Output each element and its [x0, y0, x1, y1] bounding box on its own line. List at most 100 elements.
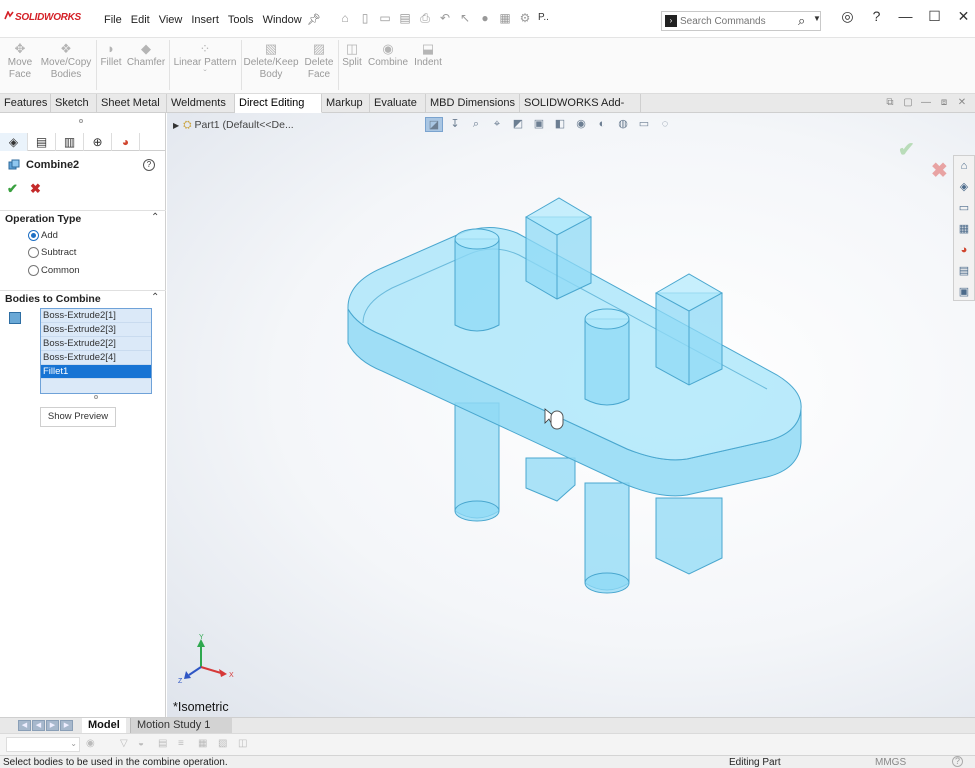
tab-sheet-metal[interactable]: Sheet Metal — [97, 94, 167, 113]
delete-keep-body-button[interactable]: ▧ Delete/Keep Body — [243, 42, 299, 81]
list-item[interactable]: Boss-Extrude2[2] — [41, 337, 151, 351]
status-help-icon[interactable]: ? — [952, 756, 963, 767]
panel-grip-icon[interactable] — [79, 119, 83, 123]
linear-pattern-button[interactable]: ⁘ Linear Pattern ˇ — [172, 42, 238, 81]
line-style-icon[interactable]: ▤ — [158, 738, 167, 749]
solidworks-resources-icon[interactable]: ⌂ — [954, 156, 974, 177]
fillet-button[interactable]: ◗ Fillet — [98, 42, 124, 69]
search-commands-box[interactable]: › ⌕ ▼ — [661, 11, 821, 31]
list-item-selected[interactable]: Fillet1 — [41, 365, 151, 379]
configuration-manager-tab-icon[interactable]: ▥ — [56, 133, 84, 151]
home-icon[interactable]: ⌂ — [338, 11, 352, 25]
bodies-selection-list[interactable]: Boss-Extrude2[1] Boss-Extrude2[3] Boss-E… — [40, 308, 152, 394]
new-document-icon[interactable]: ▯ — [358, 11, 372, 25]
list-item[interactable]: Boss-Extrude2[3] — [41, 323, 151, 337]
move-copy-bodies-button[interactable]: ❖ Move/Copy Bodies — [38, 42, 94, 81]
display-manager-tab-icon[interactable]: ◕ — [112, 133, 140, 151]
menu-window[interactable]: Window — [263, 14, 302, 26]
search-input[interactable] — [680, 14, 795, 28]
qat-truncated[interactable]: P.. — [538, 11, 549, 25]
tab-mbd-dimensions[interactable]: MBD Dimensions — [426, 94, 520, 113]
save-icon[interactable]: ▤ — [398, 11, 412, 25]
doc-restore-icon[interactable]: ⧈ — [938, 97, 950, 108]
tab-sketch[interactable]: Sketch — [51, 94, 97, 113]
list-resize-grip-icon[interactable] — [94, 395, 98, 399]
tab-model[interactable]: Model — [82, 718, 126, 733]
help-icon[interactable]: ? — [862, 8, 891, 25]
first-tab-icon[interactable]: ◀ — [18, 720, 31, 731]
tab-direct-editing[interactable]: Direct Editing — [235, 94, 322, 113]
indent-button[interactable]: ⬓ Indent — [412, 42, 444, 69]
tab-solidworks-add-ins[interactable]: SOLIDWORKS Add-Ins — [520, 94, 641, 127]
next-tab-icon[interactable]: ▶ — [46, 720, 59, 731]
list-item[interactable]: Boss-Extrude2[1] — [41, 309, 151, 323]
maximize-button[interactable]: ☐ — [920, 8, 949, 25]
menu-file[interactable]: File — [104, 14, 122, 26]
color-display-icon[interactable]: ▦ — [198, 738, 207, 749]
line-color-icon[interactable]: ▽ — [120, 738, 128, 749]
last-tab-icon[interactable]: ▶ — [60, 720, 73, 731]
design-library-icon[interactable]: ◈ — [954, 177, 974, 198]
lower-box-right[interactable] — [655, 497, 723, 575]
user-account-icon[interactable]: ◎ — [833, 8, 862, 25]
unit-system[interactable]: MMGS — [875, 757, 906, 768]
line-thickness-icon[interactable]: ◒ — [138, 738, 144, 749]
radio-subtract[interactable]: Subtract — [28, 247, 76, 258]
tile-icon[interactable]: ⧉ — [884, 97, 896, 108]
help-icon[interactable]: ? — [143, 159, 155, 171]
select-arrow-icon[interactable]: ↖ — [458, 11, 472, 25]
tab-features[interactable]: Features — [0, 94, 51, 113]
rebuild-icon[interactable]: ● — [478, 11, 492, 25]
chamfer-button[interactable]: ◆ Chamfer — [126, 42, 166, 69]
doc-minimize-icon[interactable]: — — [920, 97, 932, 108]
tab-markup[interactable]: Markup — [322, 94, 370, 113]
undo-icon[interactable]: ↶ — [438, 11, 452, 25]
radio-button[interactable] — [28, 265, 39, 276]
layer-dropdown[interactable]: ⌄ — [6, 737, 80, 752]
open-folder-icon[interactable]: ▭ — [378, 11, 392, 25]
menu-insert[interactable]: Insert — [191, 14, 219, 26]
upper-cylinder-left[interactable] — [454, 238, 500, 332]
list-item[interactable]: Boss-Extrude2[4] — [41, 351, 151, 365]
dimxpert-manager-tab-icon[interactable]: ⊕ — [84, 133, 112, 151]
magnifier-icon[interactable]: ⌕ — [798, 13, 805, 29]
layer-properties-icon[interactable]: ◉ — [86, 738, 95, 749]
custom-properties-icon[interactable]: ▤ — [954, 261, 974, 282]
doc-close-icon[interactable]: ✕ — [956, 97, 968, 108]
radio-button[interactable] — [28, 247, 39, 258]
file-properties-icon[interactable]: ▦ — [498, 11, 512, 25]
appearances-icon[interactable]: ◕ — [954, 240, 974, 261]
split-button[interactable]: ◫ Split — [340, 42, 364, 69]
upper-cylinder-right[interactable] — [584, 318, 630, 406]
solidworks-logo[interactable]: SOLIDWORKS — [4, 11, 81, 23]
move-face-button[interactable]: ✥ Move Face — [4, 42, 36, 81]
combine-button[interactable]: ◉ Combine — [366, 42, 410, 69]
tab-weldments[interactable]: Weldments — [167, 94, 235, 113]
ok-check-icon[interactable]: ✔ — [7, 181, 18, 197]
collapse-chevron-icon[interactable]: ⌃ — [151, 212, 159, 223]
tab-evaluate[interactable]: Evaluate — [370, 94, 426, 113]
edge-style-icon[interactable]: ▧ — [218, 738, 227, 749]
bodies-to-combine-group[interactable]: Bodies to Combine ⌃ — [0, 290, 166, 306]
menu-tools[interactable]: Tools — [228, 14, 254, 26]
menu-edit[interactable]: Edit — [131, 14, 150, 26]
lower-box-left[interactable] — [525, 457, 576, 502]
view-palette-icon[interactable]: ▦ — [954, 219, 974, 240]
fill-style-icon[interactable]: ◫ — [238, 738, 247, 749]
pin-icon[interactable]: 📌︎ — [307, 13, 321, 26]
show-preview-button[interactable]: Show Preview — [40, 407, 116, 427]
collapse-chevron-icon[interactable]: ⌃ — [151, 292, 159, 303]
radio-button-selected[interactable] — [28, 230, 39, 241]
graphics-area[interactable]: ▶ ⛭ Part1 (Default<<De... ◪ ↧ ⌕ ⌖ ◩ ▣ ◧ ◉… — [167, 113, 975, 717]
property-manager-tab-icon[interactable]: ▤ — [28, 133, 56, 151]
delete-face-button[interactable]: ▨ Delete Face — [302, 42, 336, 81]
menu-view[interactable]: View — [159, 14, 183, 26]
cancel-x-icon[interactable]: ✖ — [30, 181, 41, 197]
combined-part-model[interactable] — [167, 113, 975, 717]
options-gear-icon[interactable]: ⚙ — [518, 11, 532, 25]
operation-type-group[interactable]: Operation Type ⌃ — [0, 210, 166, 226]
file-explorer-icon[interactable]: ▭ — [954, 198, 974, 219]
close-button[interactable]: ✕ — [949, 8, 975, 25]
prev-tab-icon[interactable]: ◀ — [32, 720, 45, 731]
feature-manager-tab-icon[interactable]: ◈ — [0, 133, 28, 151]
